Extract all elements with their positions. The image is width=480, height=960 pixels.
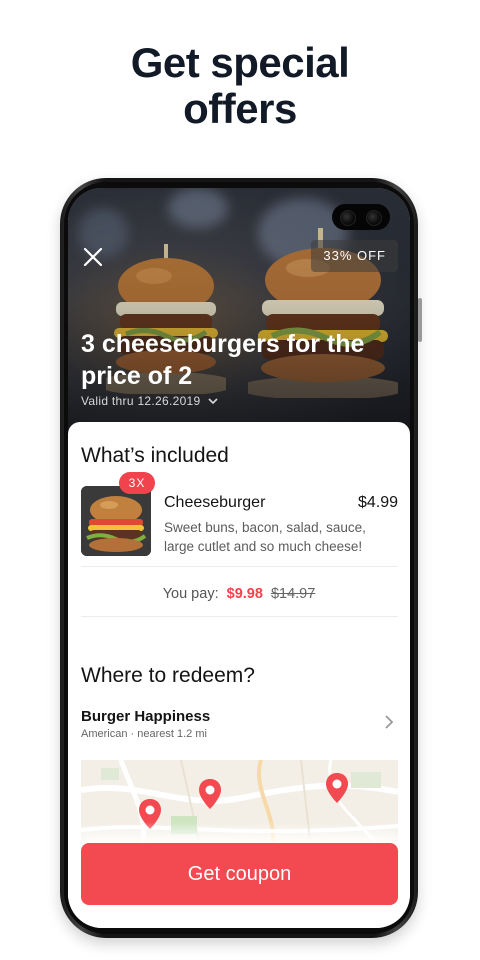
place-subtitle: American · nearest 1.2 mi xyxy=(81,728,207,740)
pay-label: You pay: xyxy=(162,586,219,602)
pay-now-price: $9.98 xyxy=(226,586,263,602)
divider xyxy=(81,616,398,617)
camera-lens xyxy=(340,210,356,226)
front-camera xyxy=(332,204,390,230)
item-description: Sweet buns, bacon, salad, sauce, large c… xyxy=(164,520,366,554)
included-heading: What’s included xyxy=(81,444,229,467)
pay-summary: You pay: $9.98 $14.97 xyxy=(68,586,410,602)
cheeseburger-photo xyxy=(81,486,151,556)
offer-valid-text: Valid thru 12.26.2019 xyxy=(81,394,201,408)
chevron-down-icon xyxy=(208,398,218,405)
offer-valid-row[interactable]: Valid thru 12.26.2019 xyxy=(81,394,218,408)
close-icon[interactable] xyxy=(82,246,104,268)
promo-headline-line1: Get special xyxy=(130,39,350,86)
map-pin-icon[interactable] xyxy=(198,778,222,810)
place-name[interactable]: Burger Happiness xyxy=(81,708,210,725)
offer-details-card: What’s included 3X Cheeseburger $4.99 Sw… xyxy=(68,422,410,928)
map-pin-icon[interactable] xyxy=(325,772,349,804)
promo-headline-line2: offers xyxy=(183,85,297,132)
chevron-right-icon[interactable] xyxy=(384,714,394,730)
quantity-badge: 3X xyxy=(119,472,155,494)
item-price: $4.99 xyxy=(357,494,398,511)
redeem-heading: Where to redeem? xyxy=(81,664,255,687)
discount-badge: 33% OFF xyxy=(311,240,398,272)
offer-title: 3 cheeseburgers for the price of 2 xyxy=(81,330,365,390)
offer-hero-image: 33% OFF 3 cheeseburgers for the price of… xyxy=(68,188,410,438)
get-coupon-button[interactable]: Get coupon xyxy=(81,843,398,905)
phone-side-button xyxy=(418,298,422,342)
camera-lens xyxy=(366,210,382,226)
cheeseburger-thumbnail xyxy=(81,486,151,556)
divider xyxy=(81,566,398,567)
phone-screen: 33% OFF 3 cheeseburgers for the price of… xyxy=(68,188,410,928)
promo-headline: Get special offers xyxy=(0,40,480,132)
pay-was-price: $14.97 xyxy=(270,586,316,602)
item-name: Cheeseburger xyxy=(164,494,266,511)
